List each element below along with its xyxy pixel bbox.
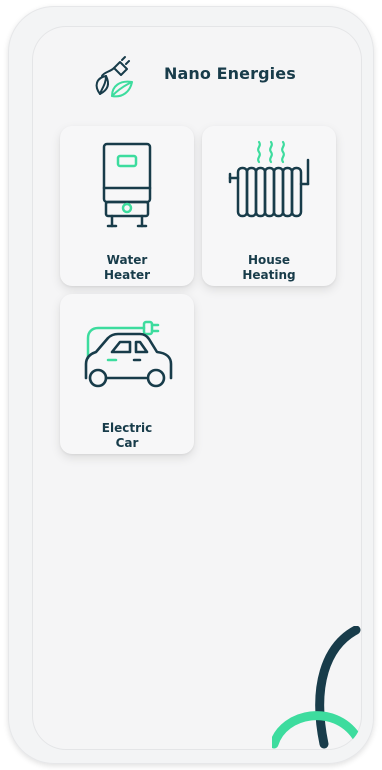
tile-house-heating[interactable]: House Heating [202, 126, 336, 286]
app-screen: Nano Energies Water Heater House Heating… [32, 26, 362, 750]
water-heater-icon [102, 142, 152, 228]
tile-water-heater[interactable]: Water Heater [60, 126, 194, 286]
radiator-icon [228, 140, 310, 218]
electric-car-icon [84, 320, 173, 388]
tile-electric-car[interactable]: Electric Car [60, 294, 194, 454]
app-header: Nano Energies [32, 50, 362, 110]
tile-label: Electric Car [101, 421, 153, 450]
brand-title: Nano Energies [164, 64, 296, 83]
decorative-arcs [272, 626, 361, 749]
plug-leaf-icon [95, 56, 133, 98]
tile-label: House Heating [242, 253, 296, 282]
tile-label: Water Heater [103, 253, 151, 282]
